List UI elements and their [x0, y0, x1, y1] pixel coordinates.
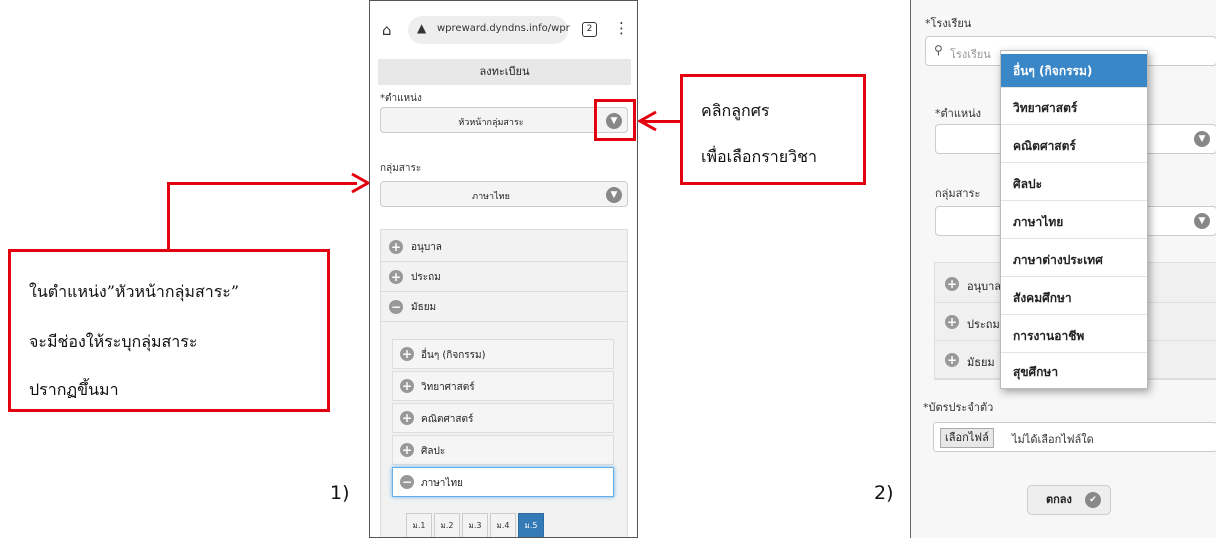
- subject-item-thai[interactable]: − ภาษาไทย: [392, 467, 614, 497]
- file-input[interactable]: เลือกไฟล์ ไม่ได้เลือกไฟล์ใด: [933, 422, 1216, 452]
- school-placeholder: โรงเรียน: [950, 48, 991, 61]
- submit-button-label: ตกลง: [1046, 493, 1072, 506]
- grade-button-selected[interactable]: ม.5: [518, 513, 544, 537]
- dropdown-option[interactable]: สังคมศึกษา: [1001, 281, 1147, 315]
- accordion-item-label: ประถม: [967, 318, 1000, 331]
- tab-count-icon[interactable]: 2: [582, 22, 597, 37]
- highlight-box: [594, 99, 636, 141]
- subject-item-science[interactable]: + วิทยาศาสตร์: [392, 371, 614, 401]
- page-title: ลงทะเบียน: [378, 59, 631, 85]
- group-label: กลุ่มสาระ: [935, 187, 981, 200]
- accordion-item-kindergarten[interactable]: + อนุบาล: [381, 232, 627, 262]
- expand-icon: +: [400, 411, 414, 425]
- accordion-item-label: มัธยม: [967, 356, 995, 369]
- grade-button[interactable]: ม.1: [406, 513, 432, 537]
- chevron-down-icon[interactable]: ▼: [1194, 213, 1210, 229]
- subject-item-other[interactable]: + อื่นๆ (กิจกรรม): [392, 339, 614, 369]
- expand-icon: +: [945, 353, 959, 367]
- expand-icon: +: [945, 315, 959, 329]
- check-icon: ✔: [1085, 492, 1101, 508]
- chevron-down-icon[interactable]: ▼: [606, 187, 622, 203]
- figure-label-1: 1): [330, 482, 350, 504]
- annotation-line: เพื่อเลือกรายวิชา: [701, 147, 817, 166]
- search-icon: ⚲: [934, 43, 943, 57]
- collapse-icon: −: [400, 475, 414, 489]
- id-card-label: *บัตรประจำตัว: [923, 401, 994, 414]
- warning-icon: ▲: [417, 21, 427, 35]
- subject-item-art[interactable]: + ศิลปะ: [392, 435, 614, 465]
- subject-label: อื่นๆ (กิจกรรม): [421, 350, 486, 361]
- expand-icon: +: [945, 277, 959, 291]
- annotation-connector: [167, 182, 170, 252]
- accordion-item-primary[interactable]: + ประถม: [381, 262, 627, 292]
- group-value: ภาษาไทย: [472, 192, 510, 202]
- dropdown-option[interactable]: ศิลปะ: [1001, 167, 1147, 201]
- expand-icon: +: [389, 240, 403, 254]
- annotation-connector: [167, 182, 357, 185]
- home-icon[interactable]: ⌂: [382, 21, 392, 39]
- dropdown-option-selected[interactable]: อื่นๆ (กิจกรรม): [1001, 54, 1147, 88]
- dropdown-option[interactable]: คณิตศาสตร์: [1001, 129, 1147, 163]
- choose-file-button[interactable]: เลือกไฟล์: [940, 428, 994, 448]
- position-label: *ตำแหน่ง: [935, 107, 982, 120]
- expand-icon: +: [400, 347, 414, 361]
- annotation-line: คลิกลูกศร: [701, 101, 770, 120]
- arrow-left-icon: [636, 110, 657, 132]
- accordion-item-label: ประถม: [411, 272, 441, 283]
- expand-icon: +: [389, 270, 403, 284]
- position-value: หัวหน้ากลุ่มสาระ: [458, 118, 524, 128]
- dropdown-option[interactable]: สุขศึกษา: [1001, 355, 1147, 389]
- subject-label: คณิตศาสตร์: [421, 414, 474, 425]
- dropdown-option[interactable]: ภาษาไทย: [1001, 205, 1147, 239]
- accordion-item-secondary[interactable]: − มัธยม: [381, 292, 627, 322]
- subject-item-math[interactable]: + คณิตศาสตร์: [392, 403, 614, 433]
- browser-toolbar: ⌂ ▲ wpreward.dyndns.info/wpr 2 ⋮: [370, 1, 637, 59]
- expand-icon: +: [400, 443, 414, 457]
- subject-dropdown: อื่นๆ (กิจกรรม) วิทยาศาสตร์ คณิตศาสตร์ ศ…: [1000, 50, 1148, 389]
- accordion-item-label: อนุบาล: [411, 242, 442, 253]
- group-label: กลุ่มสาระ: [380, 163, 422, 174]
- subject-label: วิทยาศาสตร์: [421, 382, 475, 393]
- dropdown-option[interactable]: การงานอาชีพ: [1001, 319, 1147, 353]
- grade-button[interactable]: ม.2: [434, 513, 460, 537]
- left-annotation-box: ในตำแหน่ง”หัวหน้ากลุ่มสาระ” จะมีช่องให้ร…: [8, 249, 330, 412]
- annotation-line: จะมีช่องให้ระบุกลุ่มสาระ: [29, 332, 198, 351]
- subject-label: ภาษาไทย: [421, 478, 463, 489]
- chevron-down-icon[interactable]: ▼: [1194, 131, 1210, 147]
- accordion-item-label: มัธยม: [411, 302, 437, 313]
- subject-label: ศิลปะ: [421, 446, 446, 457]
- url-text: wpreward.dyndns.info/wpr: [437, 23, 570, 34]
- collapse-icon: −: [389, 300, 403, 314]
- address-bar[interactable]: ▲ wpreward.dyndns.info/wpr: [408, 16, 570, 44]
- menu-icon[interactable]: ⋮: [614, 19, 629, 37]
- expand-icon: +: [400, 379, 414, 393]
- dropdown-option[interactable]: ภาษาต่างประเทศ: [1001, 243, 1147, 277]
- position-label: *ตำแหน่ง: [380, 93, 422, 104]
- position-select[interactable]: หัวหน้ากลุ่มสาระ ▼: [380, 107, 628, 133]
- grade-button[interactable]: ม.4: [490, 513, 516, 537]
- dropdown-option[interactable]: วิทยาศาสตร์: [1001, 91, 1147, 125]
- submit-button[interactable]: ตกลง ✔: [1027, 485, 1111, 515]
- file-status-text: ไม่ได้เลือกไฟล์ใด: [1012, 433, 1094, 446]
- annotation-line: ปรากฏขึ้นมา: [29, 380, 119, 399]
- phone-screenshot-1: ⌂ ▲ wpreward.dyndns.info/wpr 2 ⋮ ลงทะเบี…: [369, 0, 638, 538]
- figure-label-2: 2): [874, 482, 894, 504]
- group-select[interactable]: ภาษาไทย ▼: [380, 181, 628, 207]
- grade-button[interactable]: ม.3: [462, 513, 488, 537]
- right-annotation-box: คลิกลูกศร เพื่อเลือกรายวิชา: [680, 74, 866, 185]
- school-label: *โรงเรียน: [925, 17, 972, 30]
- annotation-line: ในตำแหน่ง”หัวหน้ากลุ่มสาระ”: [29, 282, 240, 301]
- accordion-item-label: อนุบาล: [967, 280, 1002, 293]
